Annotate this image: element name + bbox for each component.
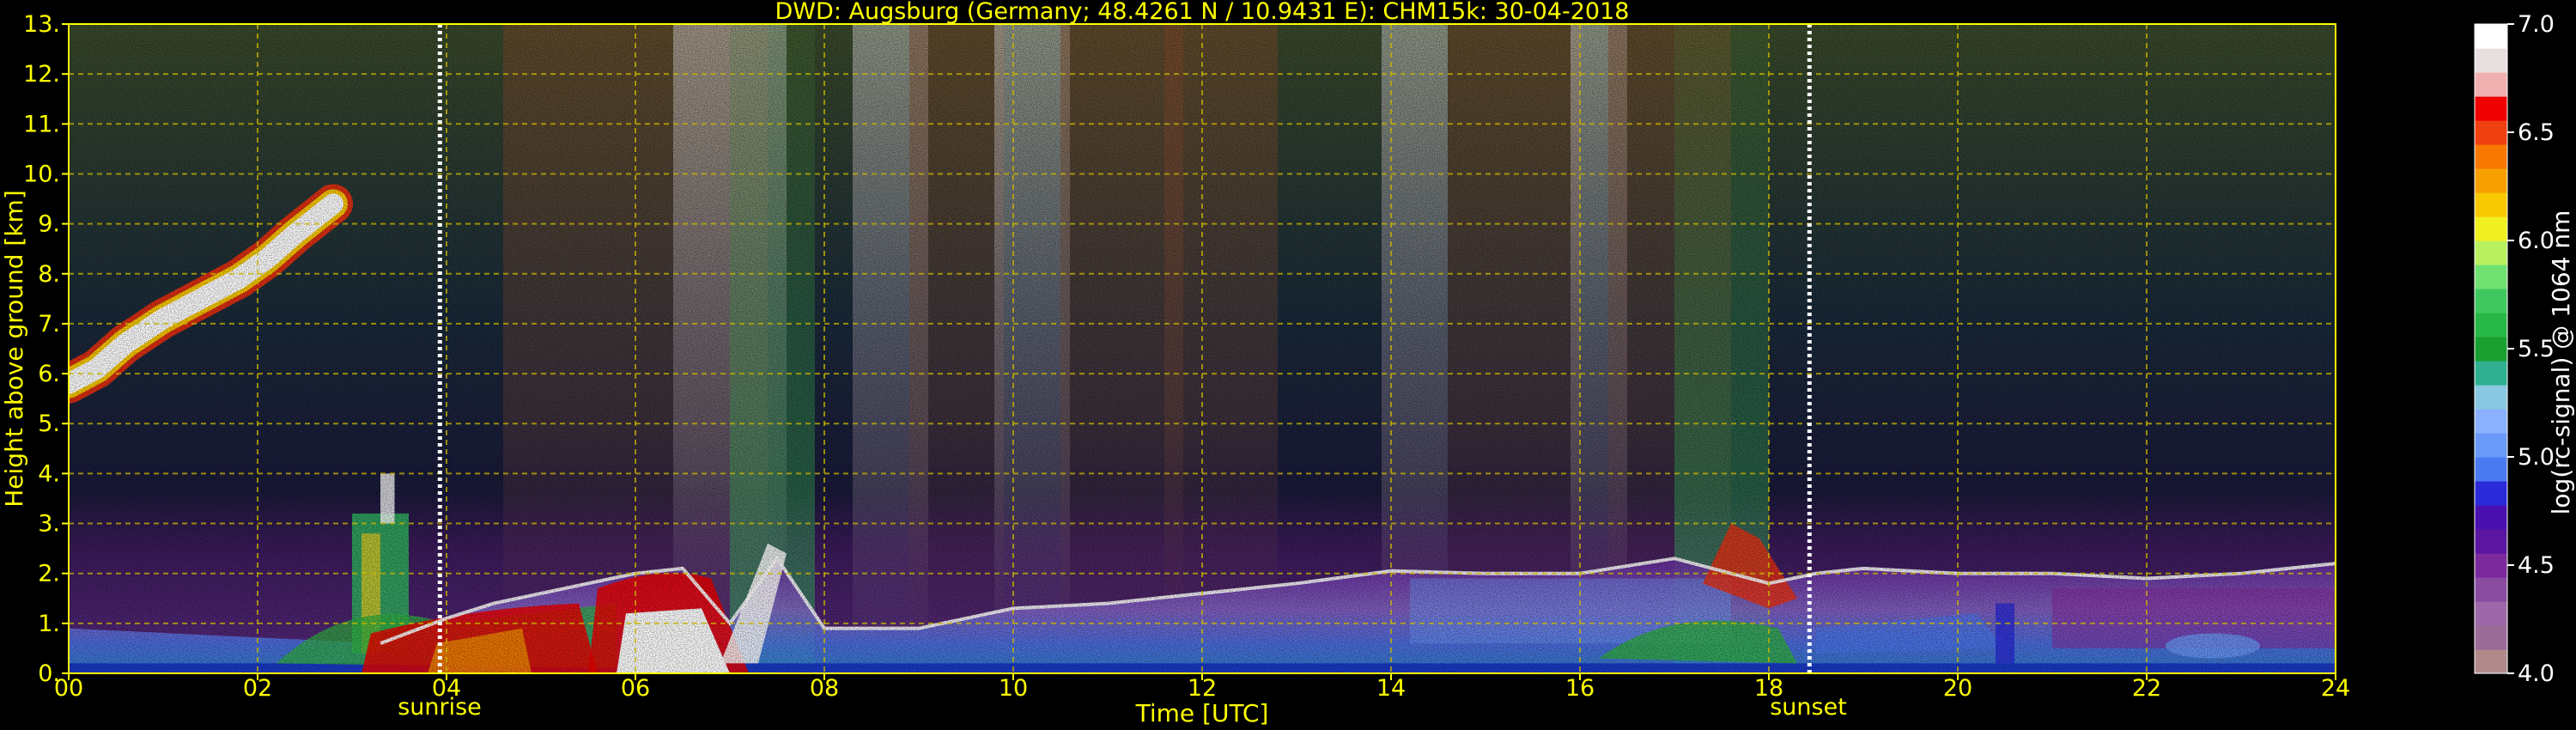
y-tick-label: 13. — [23, 11, 60, 38]
colorbar-swatch — [2475, 313, 2507, 338]
y-tick-label: 4. — [38, 460, 60, 487]
colorbar-swatch — [2475, 168, 2507, 193]
colorbar-swatch — [2475, 457, 2507, 482]
y-tick-label: 6. — [38, 361, 60, 387]
colorbar-swatch — [2475, 144, 2507, 169]
colorbar-swatch — [2475, 601, 2507, 626]
x-tick-label: 20 — [1943, 675, 1972, 702]
colorbar-swatch — [2475, 192, 2507, 217]
colorbar-tick-label: 6.5 — [2518, 119, 2555, 146]
colorbar-swatch — [2475, 481, 2507, 506]
colorbar-tick-label: 4.5 — [2518, 552, 2555, 579]
colorbar-swatch — [2475, 24, 2507, 49]
x-tick-label: 06 — [621, 675, 650, 702]
y-tick-label: 12. — [23, 61, 60, 88]
y-tick-label: 1. — [38, 611, 60, 637]
x-tick-label: 10 — [999, 675, 1028, 702]
colorbar: 4.04.55.05.56.06.57.0 — [2474, 11, 2555, 687]
x-tick-label: 14 — [1376, 675, 1406, 702]
colorbar-tick-label: 4.0 — [2518, 660, 2555, 687]
colorbar-swatch — [2475, 529, 2507, 554]
colorbar-swatch — [2475, 385, 2507, 410]
x-tick-label: 12 — [1188, 675, 1217, 702]
ceilometer-chart: 00 02 04 06 08 10 12 14 16 18 20 22 240.1.2.3.4.5.6.… — [0, 0, 2575, 727]
colorbar-label: log(rc-signal) @ 1064 nm — [2547, 210, 2575, 515]
y-tick-label: 9. — [38, 211, 60, 238]
colorbar-swatch — [2475, 216, 2507, 241]
chart-title: DWD: Augsburg (Germany; 48.4261 N / 10.9… — [775, 0, 1630, 25]
colorbar-swatch — [2475, 553, 2507, 578]
colorbar-swatch — [2475, 577, 2507, 602]
y-tick-label: 8. — [38, 261, 60, 288]
y-axis-label: Height above ground [km] — [0, 190, 28, 508]
x-tick-label: 02 — [243, 675, 272, 702]
x-axis-label: Time [UTC] — [1135, 699, 1269, 727]
y-tick-label: 3. — [38, 511, 60, 538]
y-tick-label: 11. — [23, 111, 60, 137]
y-tick-label: 10. — [23, 161, 60, 187]
colorbar-swatch — [2475, 72, 2507, 97]
y-tick-label: 0. — [38, 660, 60, 687]
sunset-label: sunset — [1770, 694, 1847, 721]
x-tick-label: 24 — [2321, 675, 2350, 702]
sunrise-label: sunrise — [398, 694, 482, 721]
x-tick-label: 08 — [810, 675, 839, 702]
x-tick-label: 22 — [2132, 675, 2161, 702]
colorbar-tick-label: 7.0 — [2518, 11, 2555, 38]
colorbar-swatch — [2475, 649, 2507, 674]
y-tick-label: 7. — [38, 311, 60, 338]
colorbar-swatch — [2475, 120, 2507, 145]
x-tick-label: 16 — [1565, 675, 1595, 702]
y-tick-label: 2. — [38, 561, 60, 587]
colorbar-swatch — [2475, 96, 2507, 121]
colorbar-swatch — [2475, 505, 2507, 530]
colorbar-swatch — [2475, 409, 2507, 434]
colorbar-swatch — [2475, 433, 2507, 458]
colorbar-swatch — [2475, 625, 2507, 650]
y-tick-label: 5. — [38, 411, 60, 437]
colorbar-swatch — [2475, 337, 2507, 362]
colorbar-swatch — [2475, 240, 2507, 265]
colorbar-swatch — [2475, 265, 2507, 289]
colorbar-swatch — [2475, 289, 2507, 313]
colorbar-swatch — [2475, 361, 2507, 386]
colorbar-swatch — [2475, 48, 2507, 73]
